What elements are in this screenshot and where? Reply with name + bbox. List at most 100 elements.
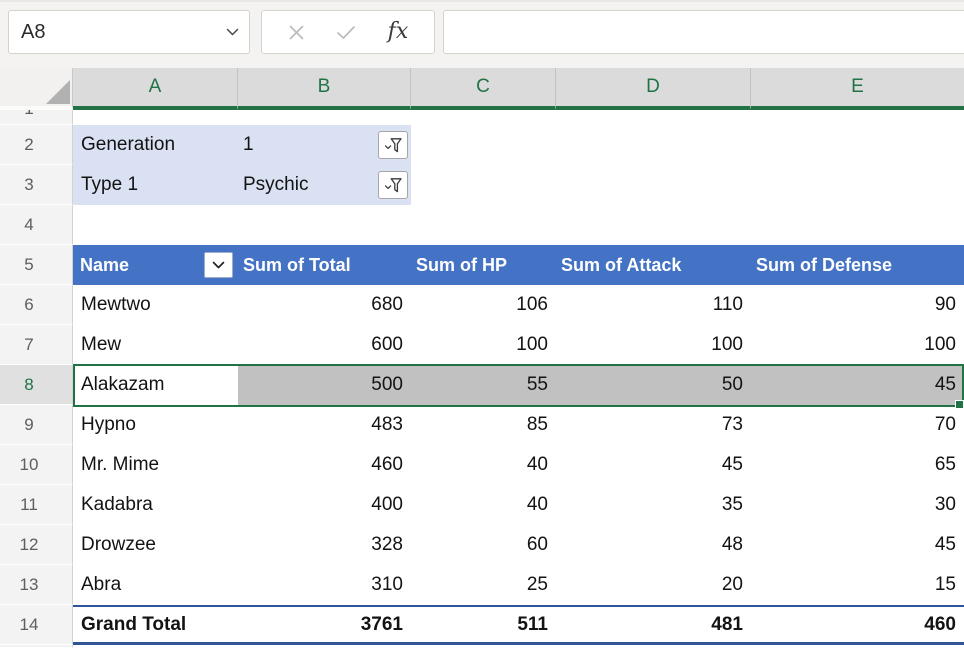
formula-bar-input[interactable] bbox=[443, 10, 964, 54]
pivot-header-sum-of-attack[interactable]: Sum of Attack bbox=[556, 245, 751, 285]
cell-A6[interactable]: Mewtwo bbox=[73, 285, 238, 325]
cell-C11[interactable]: 40 bbox=[411, 485, 556, 525]
select-all-corner[interactable] bbox=[0, 68, 73, 110]
cell-D2[interactable] bbox=[556, 125, 751, 165]
fill-handle[interactable] bbox=[955, 400, 964, 409]
row-header-14[interactable]: 14 bbox=[0, 605, 73, 645]
cell-E14[interactable]: 460 bbox=[751, 605, 964, 645]
cell-E8[interactable]: 45 bbox=[751, 365, 964, 405]
cell-B9[interactable]: 483 bbox=[238, 405, 411, 445]
cell-B8[interactable]: 500 bbox=[238, 365, 411, 405]
cell-E7[interactable]: 100 bbox=[751, 325, 964, 365]
cell-B12[interactable]: 328 bbox=[238, 525, 411, 565]
cell-C3[interactable] bbox=[411, 165, 556, 205]
cell-E6[interactable]: 90 bbox=[751, 285, 964, 325]
cell-D1[interactable] bbox=[556, 110, 751, 125]
cell-D9[interactable]: 73 bbox=[556, 405, 751, 445]
cell-E12[interactable]: 45 bbox=[751, 525, 964, 565]
cell-E9[interactable]: 70 bbox=[751, 405, 964, 445]
column-header-C[interactable]: C bbox=[411, 68, 556, 110]
row-header-11[interactable]: 11 bbox=[0, 485, 73, 525]
cell-B13[interactable]: 310 bbox=[238, 565, 411, 605]
pivot-header-name[interactable]: Name bbox=[73, 245, 238, 285]
row-header-1[interactable]: 1 bbox=[0, 110, 73, 125]
name-filter-dropdown[interactable] bbox=[204, 252, 233, 278]
row-header-13[interactable]: 13 bbox=[0, 565, 73, 605]
filter-button-generation[interactable] bbox=[378, 131, 408, 159]
row-header-3[interactable]: 3 bbox=[0, 165, 73, 205]
column-header-D[interactable]: D bbox=[556, 68, 751, 110]
name-box[interactable]: A8 bbox=[8, 10, 250, 54]
cell-C14[interactable]: 511 bbox=[411, 605, 556, 645]
cell-E1[interactable] bbox=[751, 110, 964, 125]
cell-E3[interactable] bbox=[751, 165, 964, 205]
cell-D13[interactable]: 20 bbox=[556, 565, 751, 605]
cell-B14[interactable]: 3761 bbox=[238, 605, 411, 645]
cell-B7[interactable]: 600 bbox=[238, 325, 411, 365]
row-header-2[interactable]: 2 bbox=[0, 125, 73, 165]
cell-A13[interactable]: Abra bbox=[73, 565, 238, 605]
cell-B11[interactable]: 400 bbox=[238, 485, 411, 525]
pivot-header-sum-of-defense[interactable]: Sum of Defense bbox=[751, 245, 964, 285]
cell-D12[interactable]: 48 bbox=[556, 525, 751, 565]
cell-A9[interactable]: Hypno bbox=[73, 405, 238, 445]
row-header-6[interactable]: 6 bbox=[0, 285, 73, 325]
cell-D8[interactable]: 50 bbox=[556, 365, 751, 405]
column-header-E[interactable]: E bbox=[751, 68, 964, 110]
cell-D7[interactable]: 100 bbox=[556, 325, 751, 365]
cell-D3[interactable] bbox=[556, 165, 751, 205]
cell-A8[interactable]: Alakazam bbox=[73, 365, 238, 405]
pivot-header-sum-of-total[interactable]: Sum of Total bbox=[238, 245, 411, 285]
insert-function-icon[interactable]: fx bbox=[388, 21, 409, 43]
cell-B1[interactable] bbox=[238, 110, 411, 125]
pivot-header-sum-of-hp[interactable]: Sum of HP bbox=[411, 245, 556, 285]
cell-C7[interactable]: 100 bbox=[411, 325, 556, 365]
cell-A14[interactable]: Grand Total bbox=[73, 605, 238, 645]
cell-D6[interactable]: 110 bbox=[556, 285, 751, 325]
name-box-chevron-icon[interactable] bbox=[226, 28, 239, 36]
cell-A4[interactable] bbox=[73, 205, 238, 245]
filter-button-type-1[interactable] bbox=[378, 171, 408, 199]
cell-A12[interactable]: Drowzee bbox=[73, 525, 238, 565]
cell-C12[interactable]: 60 bbox=[411, 525, 556, 565]
cell-A7[interactable]: Mew bbox=[73, 325, 238, 365]
row-header-12[interactable]: 12 bbox=[0, 525, 73, 565]
cell-E11[interactable]: 30 bbox=[751, 485, 964, 525]
cell-C1[interactable] bbox=[411, 110, 556, 125]
cell-A1[interactable] bbox=[73, 110, 238, 125]
cell-B10[interactable]: 460 bbox=[238, 445, 411, 485]
cell-B2[interactable]: 1 bbox=[238, 125, 411, 165]
cell-C8[interactable]: 55 bbox=[411, 365, 556, 405]
cell-D4[interactable] bbox=[556, 205, 751, 245]
cell-E4[interactable] bbox=[751, 205, 964, 245]
cell-C2[interactable] bbox=[411, 125, 556, 165]
cell-B3[interactable]: Psychic bbox=[238, 165, 411, 205]
cell-B6[interactable]: 680 bbox=[238, 285, 411, 325]
row-header-8[interactable]: 8 bbox=[0, 365, 73, 405]
row-header-4[interactable]: 4 bbox=[0, 205, 73, 245]
cell-C6[interactable]: 106 bbox=[411, 285, 556, 325]
cell-A3[interactable]: Type 1 bbox=[73, 165, 238, 205]
cell-D14[interactable]: 481 bbox=[556, 605, 751, 645]
cancel-icon[interactable] bbox=[288, 24, 305, 41]
cell-A2[interactable]: Generation bbox=[73, 125, 238, 165]
row-header-5[interactable]: 5 bbox=[0, 245, 73, 285]
cell-E13[interactable]: 15 bbox=[751, 565, 964, 605]
cell-A10[interactable]: Mr. Mime bbox=[73, 445, 238, 485]
enter-icon[interactable] bbox=[336, 25, 356, 40]
cell-A11[interactable]: Kadabra bbox=[73, 485, 238, 525]
cell-E10[interactable]: 65 bbox=[751, 445, 964, 485]
row-header-10[interactable]: 10 bbox=[0, 445, 73, 485]
cell-C13[interactable]: 25 bbox=[411, 565, 556, 605]
cell-C9[interactable]: 85 bbox=[411, 405, 556, 445]
column-header-A[interactable]: A bbox=[73, 68, 238, 110]
cell-E2[interactable] bbox=[751, 125, 964, 165]
row-header-7[interactable]: 7 bbox=[0, 325, 73, 365]
cell-D10[interactable]: 45 bbox=[556, 445, 751, 485]
cell-D11[interactable]: 35 bbox=[556, 485, 751, 525]
cell-B4[interactable] bbox=[238, 205, 411, 245]
cell-C4[interactable] bbox=[411, 205, 556, 245]
cell-C10[interactable]: 40 bbox=[411, 445, 556, 485]
row-header-9[interactable]: 9 bbox=[0, 405, 73, 445]
column-header-B[interactable]: B bbox=[238, 68, 411, 110]
